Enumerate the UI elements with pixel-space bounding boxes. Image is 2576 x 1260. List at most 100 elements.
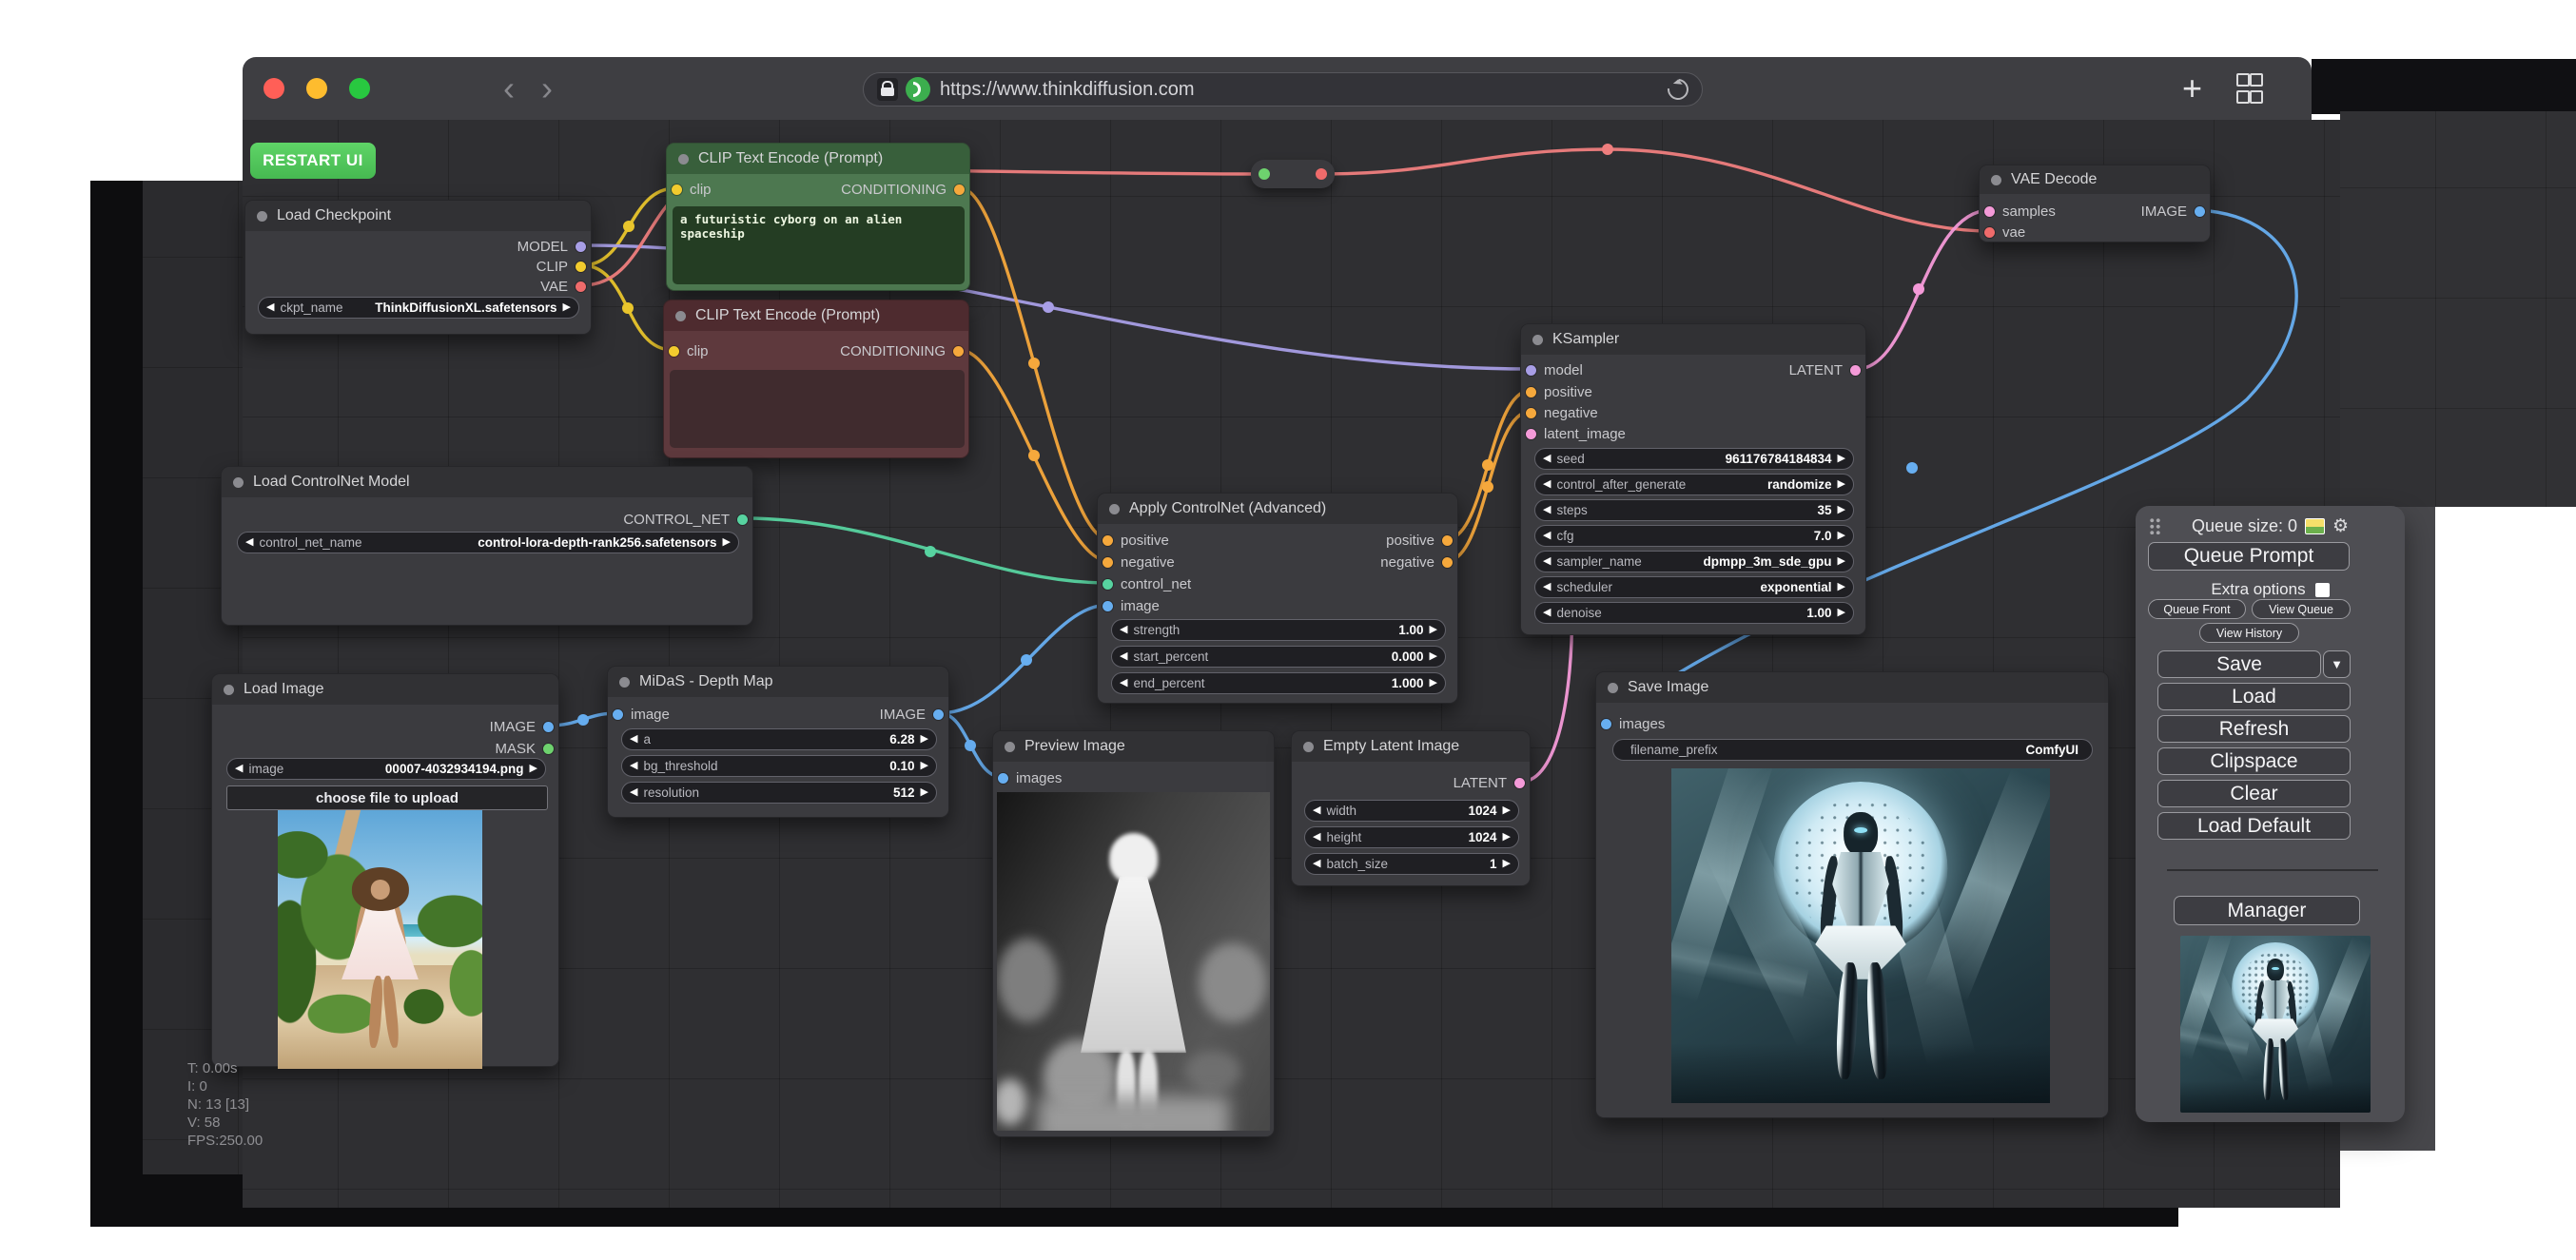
output-slot-clip[interactable]: CLIP bbox=[537, 256, 586, 277]
collapse-dot-icon[interactable] bbox=[1109, 504, 1120, 514]
output-slot-conditioning[interactable]: CONDITIONING bbox=[841, 179, 965, 200]
forward-icon[interactable]: › bbox=[541, 71, 553, 106]
new-tab-icon[interactable]: + bbox=[2182, 71, 2202, 106]
collapse-dot-icon[interactable] bbox=[1303, 742, 1314, 752]
width-widget[interactable]: width 1024 bbox=[1304, 800, 1519, 822]
prev-arrow-icon[interactable] bbox=[630, 734, 637, 745]
clipspace-button[interactable]: Clipspace bbox=[2157, 747, 2351, 775]
a-widget[interactable]: a 6.28 bbox=[621, 728, 937, 750]
start-percent-widget[interactable]: start_percent 0.000 bbox=[1111, 646, 1446, 668]
output-slot-conditioning[interactable]: CONDITIONING bbox=[840, 340, 964, 361]
node-clip-text-encode-negative[interactable]: CLIP Text Encode (Prompt) clip CONDITION… bbox=[663, 300, 969, 458]
output-slot-latent[interactable]: LATENT bbox=[1789, 359, 1861, 380]
prompt-textarea[interactable]: a futuristic cyborg on an alien spaceshi… bbox=[673, 206, 965, 284]
node-ksampler[interactable]: KSampler model positive negative latent_… bbox=[1520, 323, 1866, 635]
picture-icon[interactable] bbox=[2305, 518, 2325, 534]
prev-arrow-icon[interactable] bbox=[1543, 531, 1551, 541]
prev-arrow-icon[interactable] bbox=[1543, 454, 1551, 464]
prev-arrow-icon[interactable] bbox=[1313, 832, 1320, 843]
input-slot-model[interactable]: model bbox=[1526, 359, 1583, 380]
strength-widget[interactable]: strength 1.00 bbox=[1111, 619, 1446, 641]
save-dropdown-arrow-icon[interactable]: ▼ bbox=[2323, 650, 2351, 678]
load-button[interactable]: Load bbox=[2157, 683, 2351, 710]
back-icon[interactable]: ‹ bbox=[503, 71, 515, 106]
input-slot-image[interactable]: image bbox=[1103, 595, 1160, 616]
queue-prompt-button[interactable]: Queue Prompt bbox=[2148, 542, 2350, 571]
output-slot-positive[interactable]: positive bbox=[1386, 530, 1453, 551]
collapse-dot-icon[interactable] bbox=[1005, 742, 1015, 752]
ckpt-name-widget[interactable]: ckpt_name ThinkDiffusionXL.safetensors bbox=[258, 297, 579, 319]
gallery-thumbnail[interactable] bbox=[2180, 936, 2371, 1113]
node-canvas-right[interactable] bbox=[2340, 111, 2576, 507]
collapse-dot-icon[interactable] bbox=[233, 477, 244, 488]
next-arrow-icon[interactable] bbox=[1430, 625, 1437, 635]
bg-threshold-widget[interactable]: bg_threshold 0.10 bbox=[621, 755, 937, 777]
load-default-button[interactable]: Load Default bbox=[2157, 812, 2351, 840]
minimize-window-icon[interactable] bbox=[306, 78, 327, 99]
prev-arrow-icon[interactable] bbox=[1543, 608, 1551, 618]
output-slot-image[interactable]: IMAGE bbox=[490, 716, 554, 737]
collapse-dot-icon[interactable] bbox=[678, 154, 689, 165]
collapse-dot-icon[interactable] bbox=[619, 677, 630, 688]
prev-arrow-icon[interactable] bbox=[630, 787, 637, 798]
next-arrow-icon[interactable] bbox=[921, 787, 928, 798]
view-queue-button[interactable]: View Queue bbox=[2252, 599, 2351, 619]
resolution-widget[interactable]: resolution 512 bbox=[621, 782, 937, 804]
next-arrow-icon[interactable] bbox=[1838, 479, 1845, 490]
node-load-checkpoint[interactable]: Load Checkpoint MODEL CLIP VAE ckpt_name… bbox=[244, 200, 592, 335]
height-widget[interactable]: height 1024 bbox=[1304, 826, 1519, 848]
next-arrow-icon[interactable] bbox=[723, 537, 731, 548]
prev-arrow-icon[interactable] bbox=[1543, 582, 1551, 592]
reroute-node[interactable] bbox=[1251, 160, 1335, 188]
node-apply-controlnet[interactable]: Apply ControlNet (Advanced) positive neg… bbox=[1097, 493, 1458, 704]
output-slot-latent[interactable]: LATENT bbox=[1454, 772, 1525, 793]
next-arrow-icon[interactable] bbox=[1430, 651, 1437, 662]
prev-arrow-icon[interactable] bbox=[1120, 625, 1127, 635]
extra-options-checkbox[interactable] bbox=[2315, 583, 2330, 597]
reload-icon[interactable] bbox=[1664, 75, 1693, 105]
seed-widget[interactable]: seed 961176784184834 bbox=[1534, 448, 1854, 470]
next-arrow-icon[interactable] bbox=[1503, 805, 1511, 816]
end-percent-widget[interactable]: end_percent 1.000 bbox=[1111, 672, 1446, 694]
next-arrow-icon[interactable] bbox=[1838, 582, 1845, 592]
output-slot-negative[interactable]: negative bbox=[1380, 552, 1453, 572]
output-slot-image[interactable]: IMAGE bbox=[880, 704, 944, 725]
prev-arrow-icon[interactable] bbox=[1543, 479, 1551, 490]
manager-button[interactable]: Manager bbox=[2174, 896, 2360, 925]
close-window-icon[interactable] bbox=[263, 78, 284, 99]
next-arrow-icon[interactable] bbox=[1838, 556, 1845, 567]
steps-widget[interactable]: steps 35 bbox=[1534, 499, 1854, 521]
control-net-name-widget[interactable]: control_net_name control-lora-depth-rank… bbox=[237, 532, 739, 553]
next-arrow-icon[interactable] bbox=[1838, 454, 1845, 464]
input-slot-positive[interactable]: positive bbox=[1526, 381, 1592, 402]
gear-icon[interactable]: ⚙ bbox=[2332, 517, 2349, 535]
sampler-name-widget[interactable]: sampler_name dpmpp_3m_sde_gpu bbox=[1534, 551, 1854, 572]
input-slot-negative[interactable]: negative bbox=[1526, 402, 1598, 423]
queue-front-button[interactable]: Queue Front bbox=[2148, 599, 2246, 619]
prev-arrow-icon[interactable] bbox=[1313, 805, 1320, 816]
output-slot-model[interactable]: MODEL bbox=[517, 236, 586, 257]
prev-arrow-icon[interactable] bbox=[245, 537, 253, 548]
image-file-widget[interactable]: image 00007-4032934194.png bbox=[226, 758, 546, 780]
next-arrow-icon[interactable] bbox=[1430, 678, 1437, 688]
prev-arrow-icon[interactable] bbox=[1543, 556, 1551, 567]
input-slot-control-net[interactable]: control_net bbox=[1103, 573, 1191, 594]
filename-prefix-widget[interactable]: filename_prefix ComfyUI bbox=[1612, 739, 2093, 761]
next-arrow-icon[interactable] bbox=[1838, 608, 1845, 618]
node-vae-decode[interactable]: VAE Decode samples vae IMAGE bbox=[1979, 165, 2211, 242]
choose-file-button[interactable]: choose file to upload bbox=[226, 785, 548, 810]
collapse-dot-icon[interactable] bbox=[675, 311, 686, 321]
maximize-window-icon[interactable] bbox=[349, 78, 370, 99]
input-slot-images[interactable]: images bbox=[1601, 713, 1665, 734]
output-slot-control-net[interactable]: CONTROL_NET bbox=[623, 509, 748, 530]
prev-arrow-icon[interactable] bbox=[1120, 651, 1127, 662]
node-load-controlnet-model[interactable]: Load ControlNet Model CONTROL_NET contro… bbox=[221, 466, 753, 626]
prev-arrow-icon[interactable] bbox=[630, 761, 637, 771]
node-midas-depth-map[interactable]: MiDaS - Depth Map image IMAGE a 6.28 bg_… bbox=[607, 666, 949, 818]
denoise-widget[interactable]: denoise 1.00 bbox=[1534, 602, 1854, 624]
prev-arrow-icon[interactable] bbox=[266, 302, 274, 313]
input-slot-negative[interactable]: negative bbox=[1103, 552, 1175, 572]
input-slot-vae[interactable]: vae bbox=[1984, 222, 2025, 242]
next-arrow-icon[interactable] bbox=[921, 761, 928, 771]
input-slot-positive[interactable]: positive bbox=[1103, 530, 1169, 551]
